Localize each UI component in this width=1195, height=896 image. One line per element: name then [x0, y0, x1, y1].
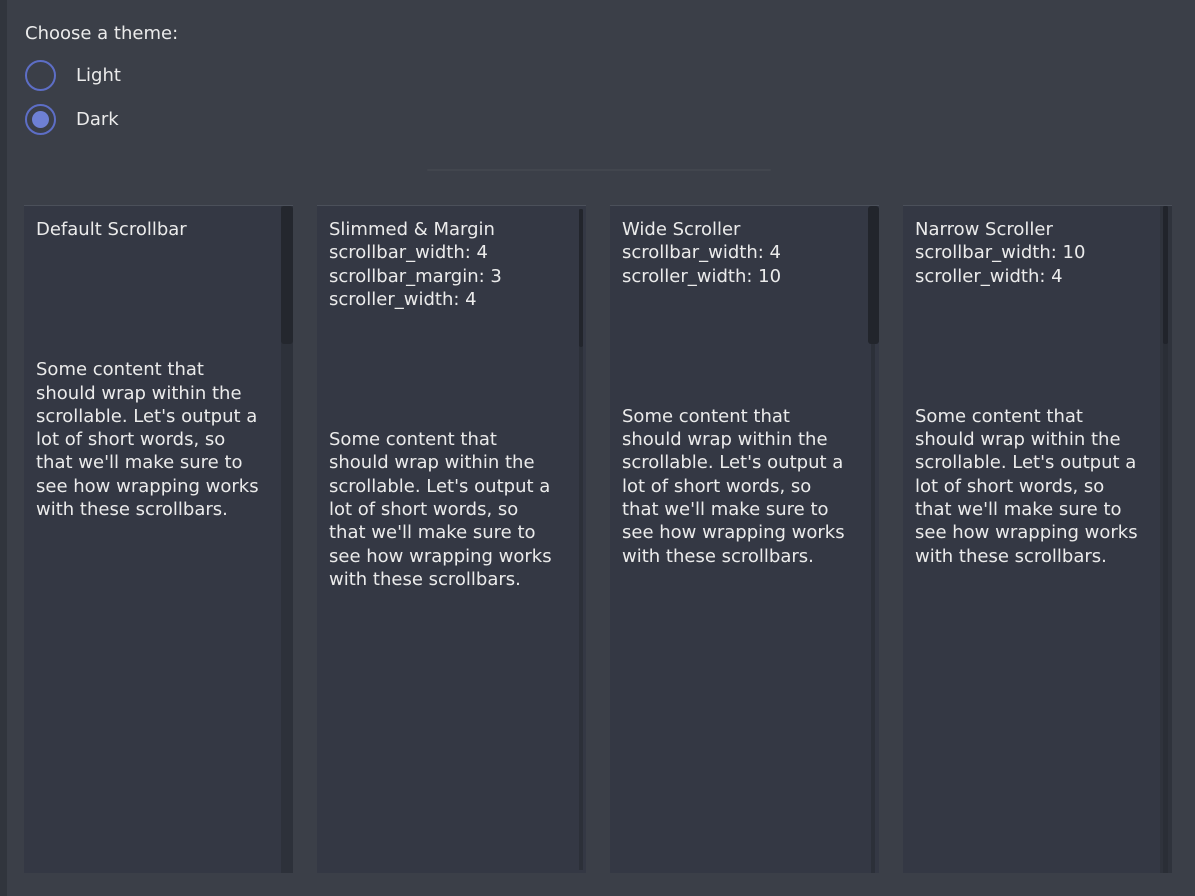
panel-narrow-scroller[interactable]: Narrow Scroller scrollbar_width: 10 scro…	[903, 205, 1172, 873]
panel-title: Narrow Scroller	[915, 218, 1172, 241]
panel-slimmed-margin[interactable]: Slimmed & Margin scrollbar_width: 4 scro…	[317, 205, 586, 873]
horizontal-rule	[427, 169, 771, 171]
scrollbar[interactable]	[574, 206, 586, 873]
panel-content: Default Scrollbar Some content that shou…	[24, 206, 293, 521]
panel-default-scrollbar[interactable]: Default Scrollbar Some content that shou…	[24, 205, 293, 873]
panel-spacer	[36, 241, 293, 358]
panel-content: Narrow Scroller scrollbar_width: 10 scro…	[903, 206, 1172, 568]
panel-params: scrollbar_width: 4 scrollbar_margin: 3 s…	[329, 241, 586, 311]
panel-title: Default Scrollbar	[36, 218, 293, 241]
panel-title: Slimmed & Margin	[329, 218, 586, 241]
panel-spacer	[622, 288, 879, 405]
panel-params: scrollbar_width: 10 scroller_width: 4	[915, 241, 1172, 288]
panel-spacer	[915, 288, 1172, 405]
window-left-edge	[0, 0, 7, 896]
scrollbar-thumb[interactable]	[868, 206, 879, 344]
radio-dot-icon	[32, 111, 49, 128]
panel-title: Wide Scroller	[622, 218, 879, 241]
panel-body-text: Some content that should wrap within the…	[329, 428, 552, 591]
scrollbar[interactable]	[867, 206, 879, 873]
radio-dark-circle[interactable]	[25, 104, 56, 135]
scrollbar-thumb[interactable]	[579, 209, 583, 347]
panel-wide-scroller[interactable]: Wide Scroller scrollbar_width: 4 scrolle…	[610, 205, 879, 873]
scrollbar[interactable]	[1160, 206, 1172, 873]
scrollbar-demo-row: Default Scrollbar Some content that shou…	[24, 205, 1172, 873]
scrollbar-thumb[interactable]	[1163, 206, 1168, 344]
panel-body-text: Some content that should wrap within the…	[36, 358, 259, 521]
radio-light[interactable]: Light	[25, 59, 178, 91]
panel-params: scrollbar_width: 4 scroller_width: 10	[622, 241, 879, 288]
panel-body-text: Some content that should wrap within the…	[622, 405, 845, 568]
scrollbar[interactable]	[281, 206, 293, 873]
panel-body-text: Some content that should wrap within the…	[915, 405, 1138, 568]
panel-spacer	[329, 311, 586, 428]
theme-chooser-label: Choose a theme:	[25, 22, 178, 45]
scrollbar-thumb[interactable]	[281, 206, 293, 344]
panel-content: Slimmed & Margin scrollbar_width: 4 scro…	[317, 206, 586, 591]
radio-light-label[interactable]: Light	[76, 65, 121, 86]
radio-light-circle[interactable]	[25, 60, 56, 91]
theme-chooser: Choose a theme: Light Dark	[25, 22, 178, 147]
panel-content: Wide Scroller scrollbar_width: 4 scrolle…	[610, 206, 879, 568]
radio-dark-label[interactable]: Dark	[76, 109, 119, 130]
radio-dark[interactable]: Dark	[25, 103, 178, 135]
